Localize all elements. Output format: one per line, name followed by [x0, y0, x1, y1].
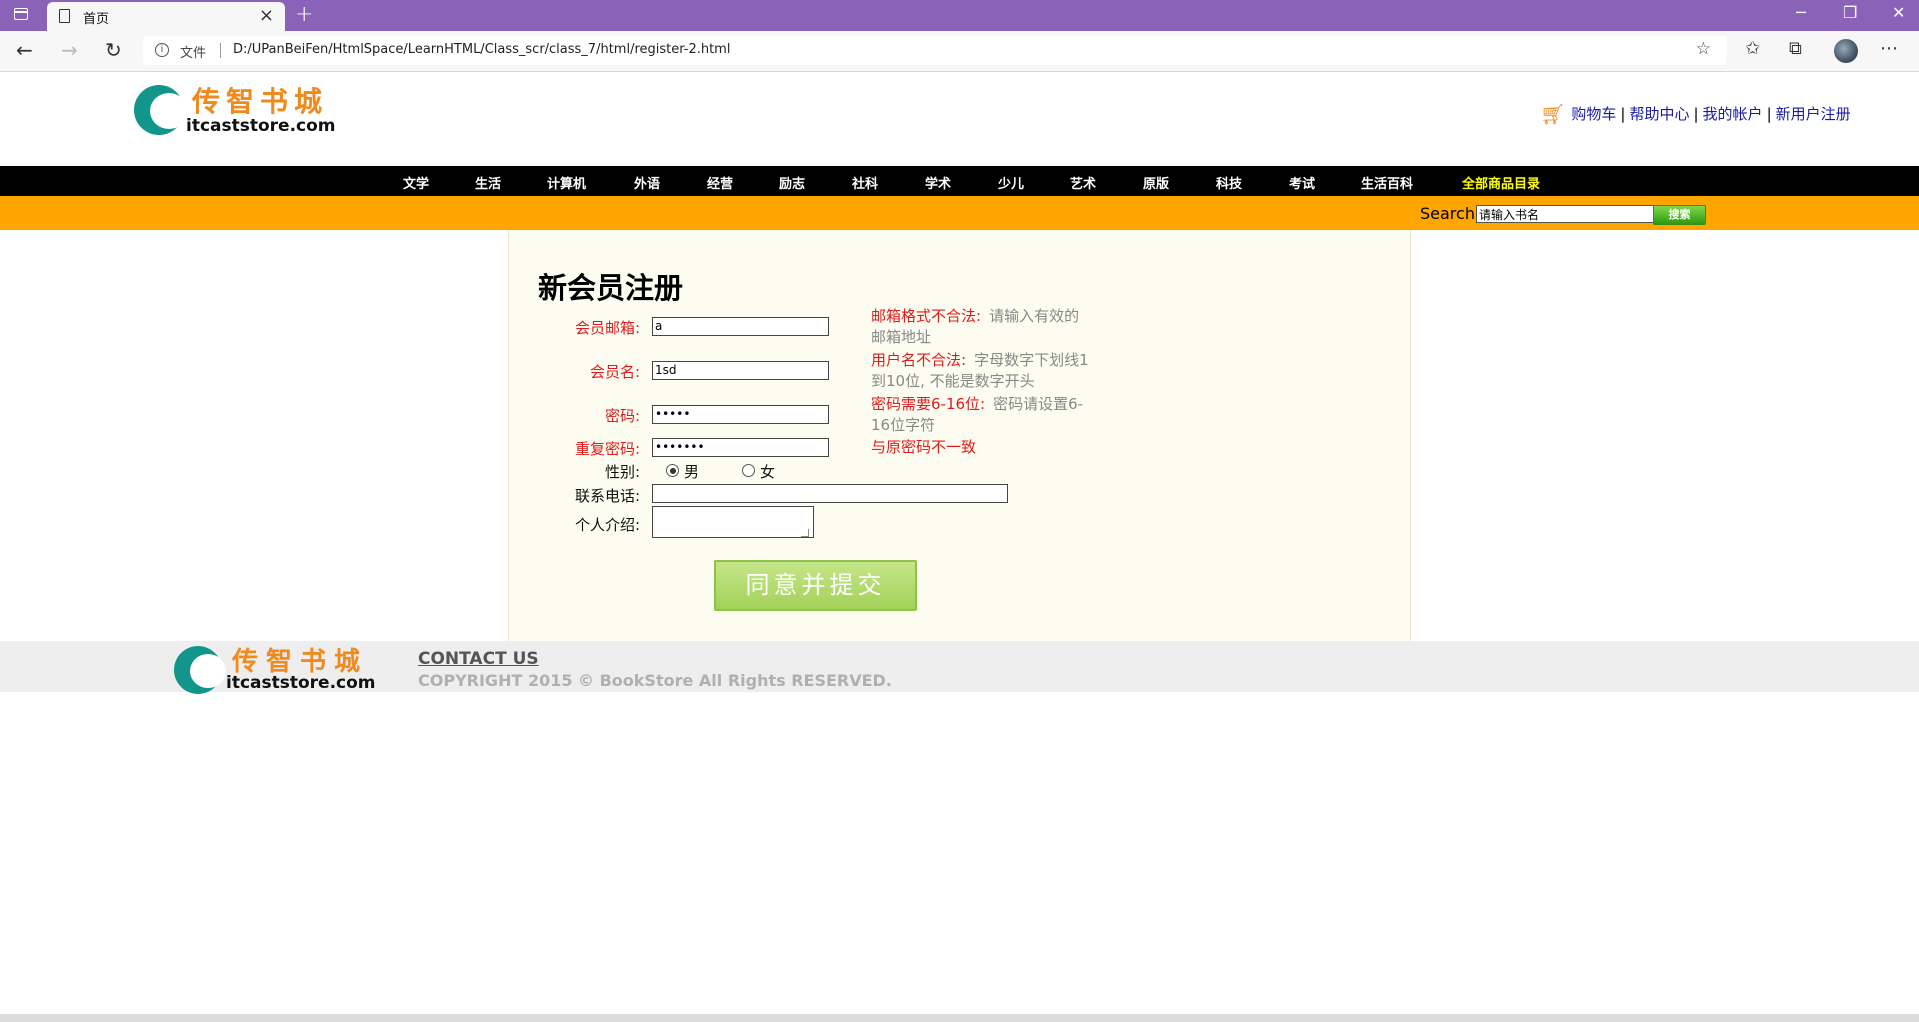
- search-input[interactable]: 请输入书名: [1476, 205, 1654, 223]
- register-link[interactable]: 新用户注册: [1776, 105, 1851, 123]
- category-item[interactable]: 文学: [403, 173, 429, 192]
- phone-field[interactable]: [652, 484, 1008, 503]
- logo-mark-icon: [134, 85, 188, 135]
- intro-label: 个人介绍:: [574, 516, 640, 534]
- search-label: Search: [1420, 204, 1475, 223]
- tab-actions-icon[interactable]: [14, 8, 28, 20]
- logo-english-text: itcaststore.com: [186, 116, 336, 136]
- password-error: 密码需要6-16位: 密码请设置6-16位字符: [871, 394, 1091, 436]
- email-field[interactable]: a: [652, 317, 829, 336]
- category-item[interactable]: 经营: [707, 173, 733, 192]
- my-account-link[interactable]: 我的帐户: [1703, 105, 1763, 123]
- password-field[interactable]: •••••: [652, 405, 829, 424]
- category-item[interactable]: 社科: [852, 173, 878, 192]
- category-item[interactable]: 计算机: [547, 173, 586, 192]
- username-label: 会员名:: [589, 363, 640, 381]
- category-item[interactable]: 生活百科: [1361, 173, 1413, 192]
- favorites-icon[interactable]: ✩: [1745, 38, 1760, 59]
- link-separator: |: [1766, 105, 1772, 123]
- email-label: 会员邮箱:: [574, 319, 640, 337]
- intro-textarea[interactable]: [652, 506, 814, 538]
- category-item[interactable]: 科技: [1216, 173, 1242, 192]
- copyright-text: COPYRIGHT 2015 © BookStore All Rights RE…: [418, 671, 892, 690]
- refresh-icon[interactable]: ↻: [105, 38, 122, 62]
- repeat-password-error: 与原密码不一致: [871, 437, 1091, 458]
- username-error: 用户名不合法: 字母数字下划线1到10位, 不能是数字开头: [871, 350, 1091, 392]
- repeat-password-error-label: 与原密码不一致: [871, 438, 977, 456]
- restore-icon[interactable]: ❐: [1843, 3, 1857, 22]
- address-bar[interactable]: i 文件 D:/UPanBeiFen/HtmlSpace/LearnHTML/C…: [143, 36, 1727, 65]
- category-item[interactable]: 原版: [1143, 173, 1169, 192]
- email-error-label: 邮箱格式不合法:: [871, 307, 982, 325]
- add-favorite-icon[interactable]: ☆: [1696, 39, 1711, 59]
- back-icon[interactable]: ←: [16, 38, 33, 62]
- shopping-cart-icon[interactable]: 🛒︎: [1540, 102, 1565, 126]
- browser-tab[interactable]: 首页 ×: [47, 2, 285, 31]
- top-links: 🛒︎ 购物车 | 帮助中心 | 我的帐户 | 新用户注册: [1540, 102, 1851, 126]
- search-bar: Search 请输入书名 搜索: [0, 196, 1919, 230]
- contact-us-link[interactable]: CONTACT US: [418, 649, 539, 669]
- category-nav: 文学 生活 计算机 外语 经营 励志 社科 学术 少儿 艺术 原版 科技 考试 …: [0, 166, 1919, 196]
- email-error: 邮箱格式不合法: 请输入有效的邮箱地址: [871, 306, 1091, 348]
- gender-male-label[interactable]: 男: [684, 461, 699, 482]
- category-item[interactable]: 学术: [925, 173, 951, 192]
- close-tab-icon[interactable]: ×: [259, 5, 274, 26]
- address-toolbar: ← → ↻ i 文件 D:/UPanBeiFen/HtmlSpace/Learn…: [0, 31, 1919, 72]
- link-separator: |: [1693, 105, 1699, 123]
- cart-link[interactable]: 购物车: [1571, 105, 1616, 123]
- search-button[interactable]: 搜索: [1653, 205, 1706, 225]
- gender-male-radio[interactable]: [666, 464, 679, 477]
- all-categories-link[interactable]: 全部商品目录: [1462, 173, 1540, 192]
- address-prefix: 文件: [180, 46, 207, 61]
- category-item[interactable]: 励志: [779, 173, 805, 192]
- category-item[interactable]: 少儿: [998, 173, 1024, 192]
- textarea-resize-handle[interactable]: [801, 529, 809, 537]
- gender-female-label[interactable]: 女: [760, 461, 775, 482]
- category-item[interactable]: 生活: [475, 173, 501, 192]
- window-close-icon[interactable]: ✕: [1892, 3, 1905, 22]
- category-item[interactable]: 艺术: [1070, 173, 1096, 192]
- info-icon[interactable]: i: [155, 43, 169, 57]
- link-separator: |: [1620, 105, 1626, 123]
- repeat-password-field[interactable]: •••••••: [652, 438, 829, 457]
- gender-label: 性别:: [604, 463, 640, 481]
- password-error-label: 密码需要6-16位:: [871, 395, 986, 413]
- help-center-link[interactable]: 帮助中心: [1629, 105, 1689, 123]
- footer-logo-english-text: itcaststore.com: [226, 673, 376, 693]
- page-icon: [59, 9, 70, 23]
- address-divider: [220, 43, 221, 58]
- footer-logo-mark-icon: [174, 646, 226, 694]
- category-item[interactable]: 外语: [634, 173, 660, 192]
- page-title: 新会员注册: [538, 271, 684, 305]
- gender-female-radio[interactable]: [742, 464, 755, 477]
- new-tab-icon[interactable]: +: [295, 2, 313, 27]
- phone-label: 联系电话:: [574, 487, 640, 505]
- profile-avatar[interactable]: [1834, 39, 1858, 63]
- collections-icon[interactable]: ⧉: [1789, 38, 1802, 59]
- browser-tab-bar: 首页 × + ─ ❐ ✕: [0, 0, 1919, 31]
- forward-icon[interactable]: →: [61, 38, 78, 62]
- category-item[interactable]: 考试: [1289, 173, 1315, 192]
- minimize-icon[interactable]: ─: [1796, 3, 1806, 22]
- url-text[interactable]: D:/UPanBeiFen/HtmlSpace/LearnHTML/Class_…: [233, 42, 730, 57]
- submit-button[interactable]: 同意并提交: [714, 560, 917, 611]
- horizontal-scrollbar[interactable]: [0, 1014, 1919, 1022]
- password-label: 密码:: [604, 407, 640, 425]
- more-menu-icon[interactable]: ⋯: [1880, 38, 1898, 59]
- tab-title: 首页: [83, 12, 110, 27]
- username-error-label: 用户名不合法:: [871, 351, 967, 369]
- repeat-password-label: 重复密码:: [574, 440, 640, 458]
- username-field[interactable]: 1sd: [652, 361, 829, 380]
- logo-chinese-text: 传智书城: [192, 85, 329, 118]
